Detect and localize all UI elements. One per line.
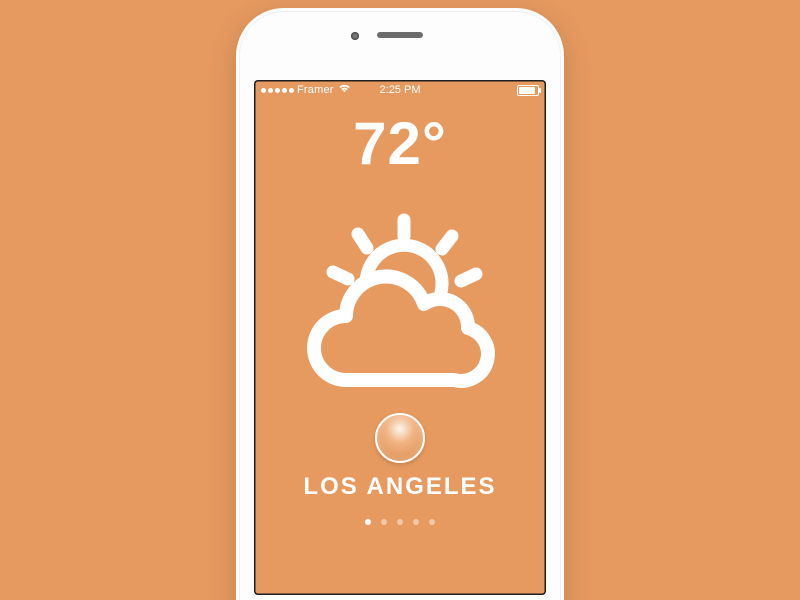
phone-device-frame: Framer 2:25 PM 72° — [236, 8, 564, 600]
phone-camera — [351, 32, 359, 40]
temperature-value: 72° — [353, 114, 447, 174]
page-indicator-dot[interactable] — [365, 519, 371, 525]
city-label: LOS ANGELES — [303, 473, 496, 501]
page-indicator[interactable] — [365, 519, 435, 525]
wifi-icon — [338, 84, 351, 96]
page-indicator-dot[interactable] — [397, 519, 403, 525]
clock-label: 2:25 PM — [380, 84, 421, 96]
partly-cloudy-icon — [300, 212, 500, 407]
phone-screen: Framer 2:25 PM 72° — [254, 80, 546, 595]
page-indicator-dot[interactable] — [413, 519, 419, 525]
weather-app: 72° — [254, 100, 546, 595]
status-bar: Framer 2:25 PM — [254, 80, 546, 100]
signal-strength-icon — [261, 88, 294, 93]
page-indicator-dot[interactable] — [381, 519, 387, 525]
carrier-label: Framer — [297, 84, 334, 96]
refresh-button[interactable] — [375, 413, 425, 463]
page-indicator-dot[interactable] — [429, 519, 435, 525]
phone-speaker — [377, 32, 423, 38]
battery-icon — [517, 85, 539, 96]
